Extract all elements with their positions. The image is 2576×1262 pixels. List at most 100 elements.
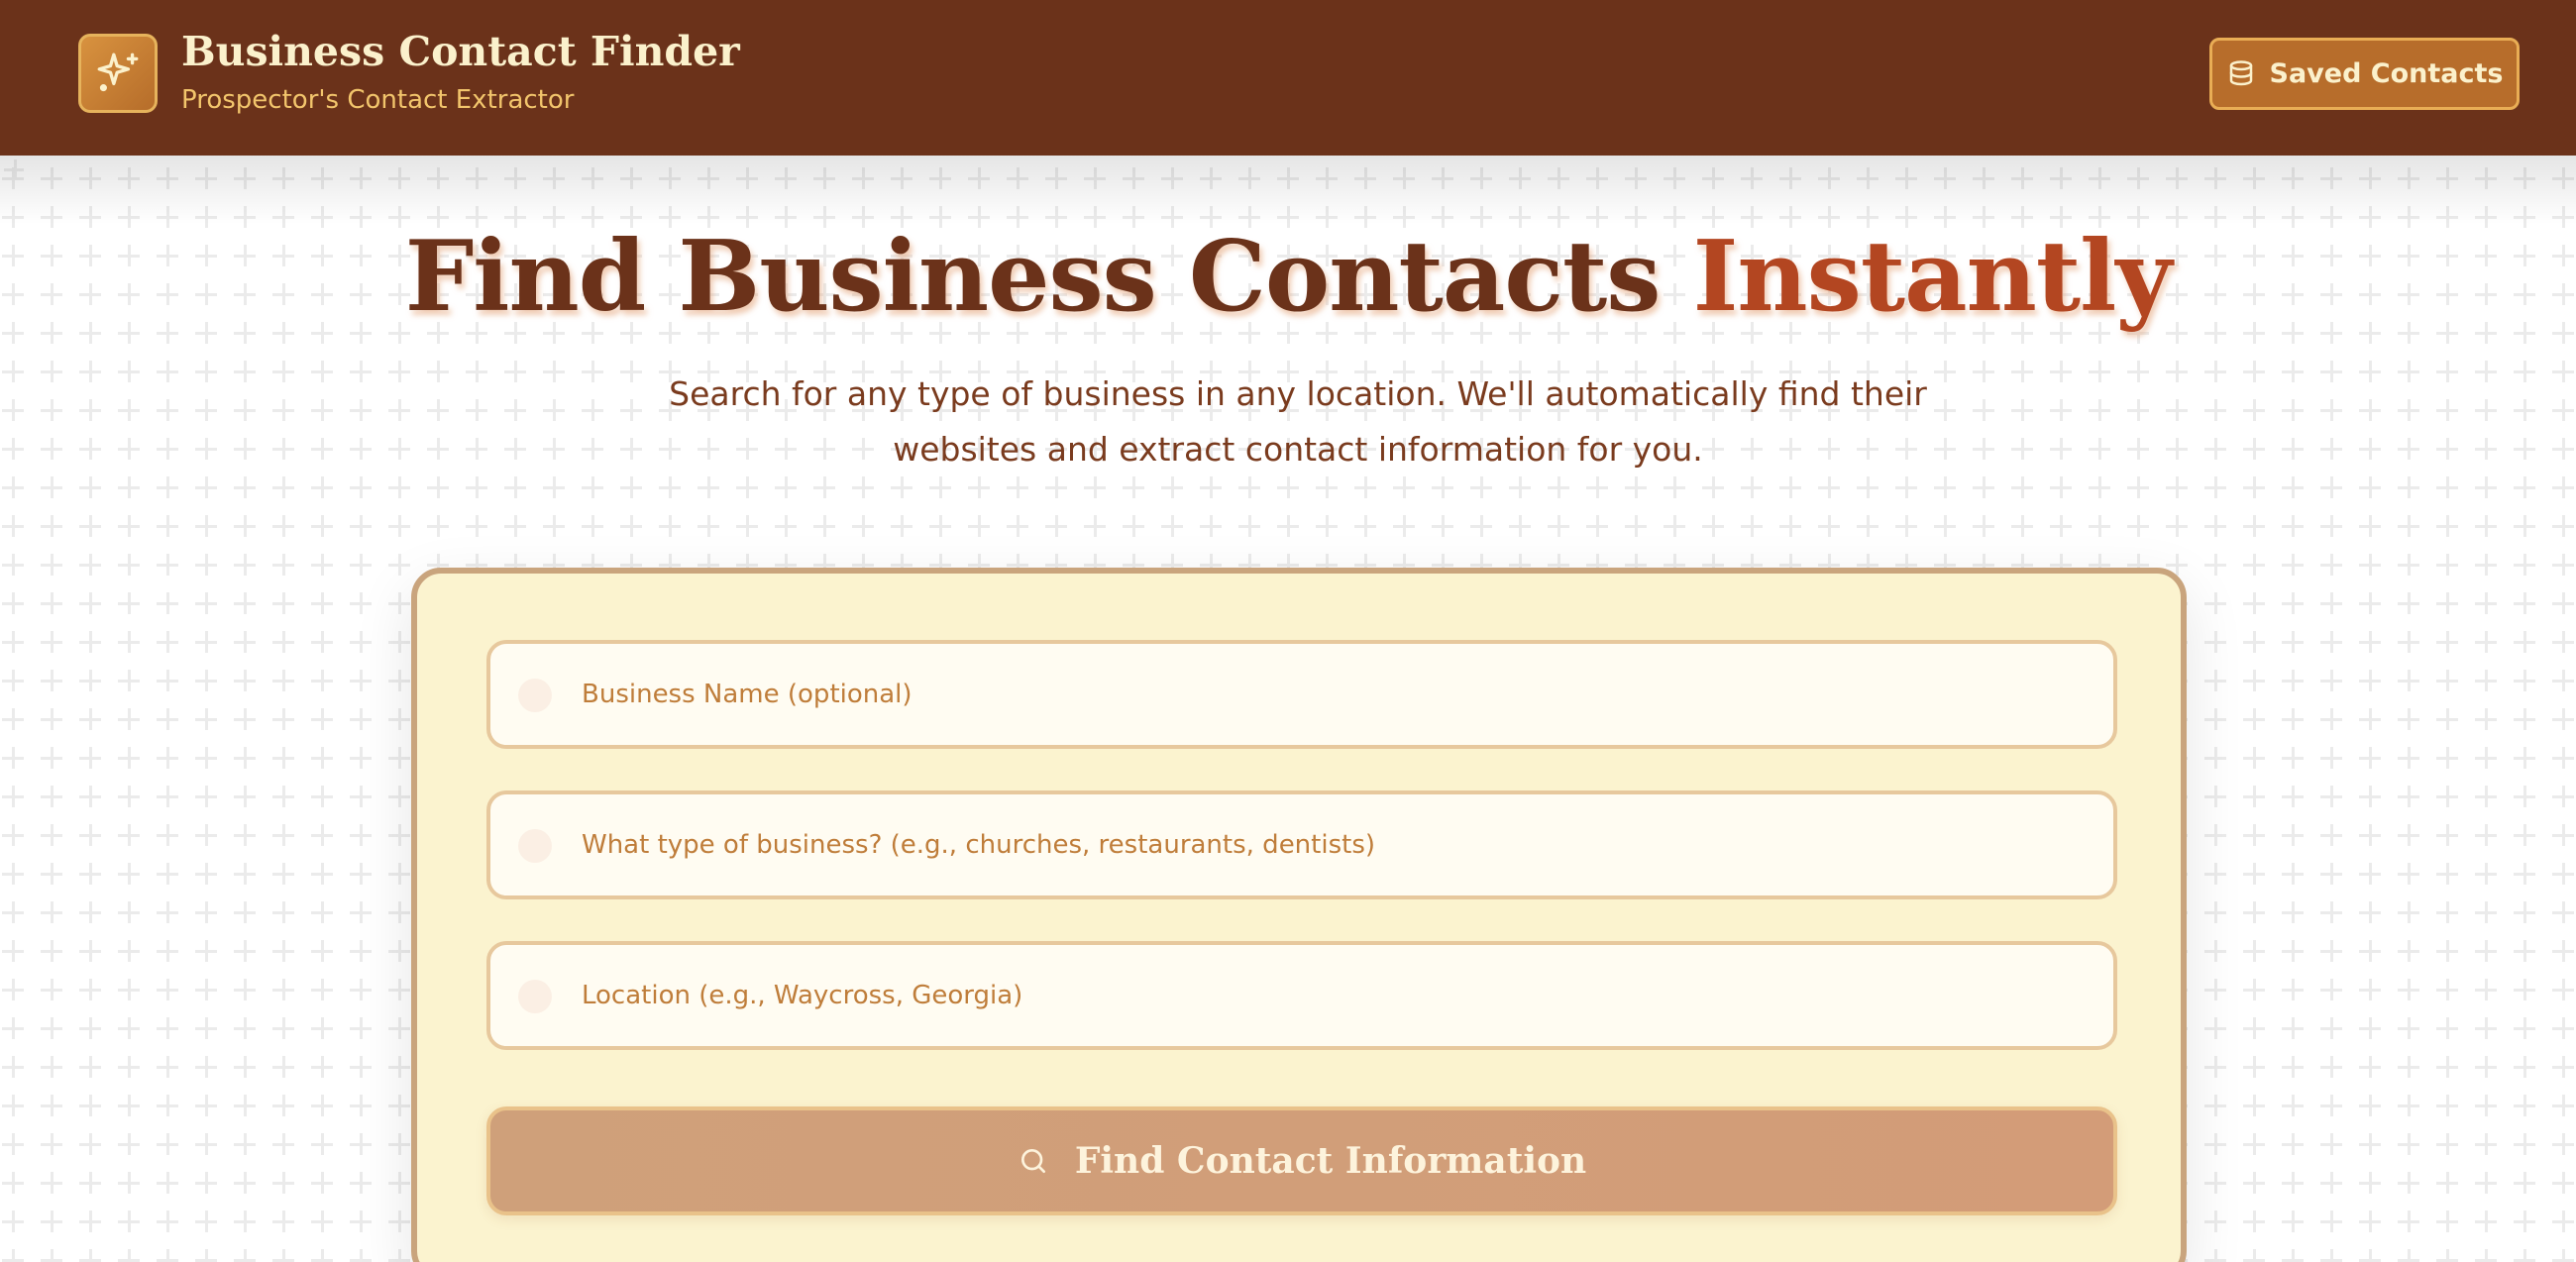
pattern-plus [195, 747, 217, 769]
pattern-plus [2282, 361, 2304, 382]
pattern-plus [2514, 979, 2535, 1000]
pattern-plus [2320, 592, 2342, 614]
pattern-plus [2243, 631, 2265, 653]
pattern-plus [2282, 631, 2304, 653]
pattern-plus [311, 901, 333, 923]
pattern-plus [1625, 515, 1647, 537]
pattern-plus [2204, 515, 2226, 537]
business-type-input[interactable] [582, 794, 2088, 895]
pattern-plus [2359, 1249, 2381, 1262]
location-field[interactable] [486, 941, 2117, 1050]
pattern-plus [195, 786, 217, 807]
pattern-plus [2436, 1249, 2458, 1262]
pattern-plus [311, 1249, 333, 1262]
pattern-plus [1277, 515, 1299, 537]
search-icon [1020, 1149, 1045, 1173]
pattern-plus [388, 631, 410, 653]
pattern-plus [620, 515, 642, 537]
pattern-plus [311, 631, 333, 653]
pattern-plus [2475, 786, 2497, 807]
find-contact-button[interactable]: Find Contact Information [486, 1106, 2117, 1215]
pattern-plus [2320, 1172, 2342, 1194]
pattern-plus [427, 515, 449, 537]
pattern-plus [2243, 592, 2265, 614]
pattern-plus [1161, 476, 1183, 498]
pattern-plus [41, 670, 62, 691]
pattern-plus [2552, 979, 2574, 1000]
pattern-plus [582, 515, 603, 537]
pattern-plus [388, 592, 410, 614]
pattern-plus [1973, 515, 1994, 537]
pattern-plus [79, 863, 101, 885]
pattern-plus [234, 399, 256, 421]
pattern-plus [2552, 1210, 2574, 1232]
pattern-plus [2, 824, 24, 846]
pattern-plus [2320, 786, 2342, 807]
pattern-plus [41, 940, 62, 962]
pattern-plus [2204, 747, 2226, 769]
pattern-plus [1432, 476, 1453, 498]
pattern-plus [2475, 670, 2497, 691]
pattern-plus [1084, 515, 1106, 537]
pattern-plus [1007, 476, 1028, 498]
pattern-plus [2359, 1172, 2381, 1194]
pattern-plus [234, 631, 256, 653]
saved-contacts-button[interactable]: Saved Contacts [2209, 38, 2520, 110]
pattern-plus [2320, 1056, 2342, 1078]
pattern-plus [2436, 901, 2458, 923]
pattern-plus [2398, 708, 2419, 730]
pattern-plus [1586, 515, 1608, 537]
pattern-plus [2475, 1095, 2497, 1116]
pattern-plus [157, 824, 178, 846]
pattern-plus [2282, 554, 2304, 576]
pattern-plus [2398, 515, 2419, 537]
pattern-plus [2320, 438, 2342, 460]
business-name-input[interactable] [582, 644, 2088, 745]
location-input[interactable] [582, 945, 2088, 1046]
pattern-plus [234, 901, 256, 923]
pattern-plus [350, 940, 372, 962]
pattern-plus [350, 554, 372, 576]
pattern-plus [2359, 438, 2381, 460]
pattern-plus [2320, 1133, 2342, 1155]
pattern-plus [118, 1095, 140, 1116]
pattern-plus [2282, 940, 2304, 962]
pattern-plus [79, 1133, 101, 1155]
pattern-plus [79, 554, 101, 576]
pattern-plus [118, 979, 140, 1000]
pattern-plus [388, 1249, 410, 1262]
pattern-plus [2, 1095, 24, 1116]
pattern-plus [2359, 708, 2381, 730]
pattern-plus [2204, 1133, 2226, 1155]
pattern-plus [157, 979, 178, 1000]
pattern-plus [2475, 708, 2497, 730]
pattern-plus [2514, 399, 2535, 421]
pattern-plus [698, 515, 719, 537]
pattern-plus [2282, 438, 2304, 460]
pattern-plus [272, 901, 294, 923]
pattern-plus [1470, 515, 1492, 537]
pattern-plus [2089, 476, 2110, 498]
pattern-plus [388, 361, 410, 382]
business-name-field[interactable] [486, 640, 2117, 749]
pattern-plus [388, 554, 410, 576]
pattern-plus [2282, 901, 2304, 923]
pattern-plus [2436, 1017, 2458, 1039]
pattern-plus [118, 554, 140, 576]
pattern-plus [2398, 592, 2419, 614]
pattern-plus [2089, 361, 2110, 382]
pattern-plus [504, 515, 526, 537]
pattern-plus [272, 1017, 294, 1039]
business-type-field[interactable] [486, 790, 2117, 899]
pattern-plus [2204, 554, 2226, 576]
pattern-plus [2243, 747, 2265, 769]
pattern-plus [775, 515, 797, 537]
pattern-plus [311, 1017, 333, 1039]
pattern-plus [466, 515, 487, 537]
pattern-plus [2398, 979, 2419, 1000]
pattern-plus [2204, 476, 2226, 498]
pattern-plus [2204, 670, 2226, 691]
pattern-plus [234, 1249, 256, 1262]
pattern-plus [41, 1133, 62, 1155]
pattern-plus [2320, 1249, 2342, 1262]
